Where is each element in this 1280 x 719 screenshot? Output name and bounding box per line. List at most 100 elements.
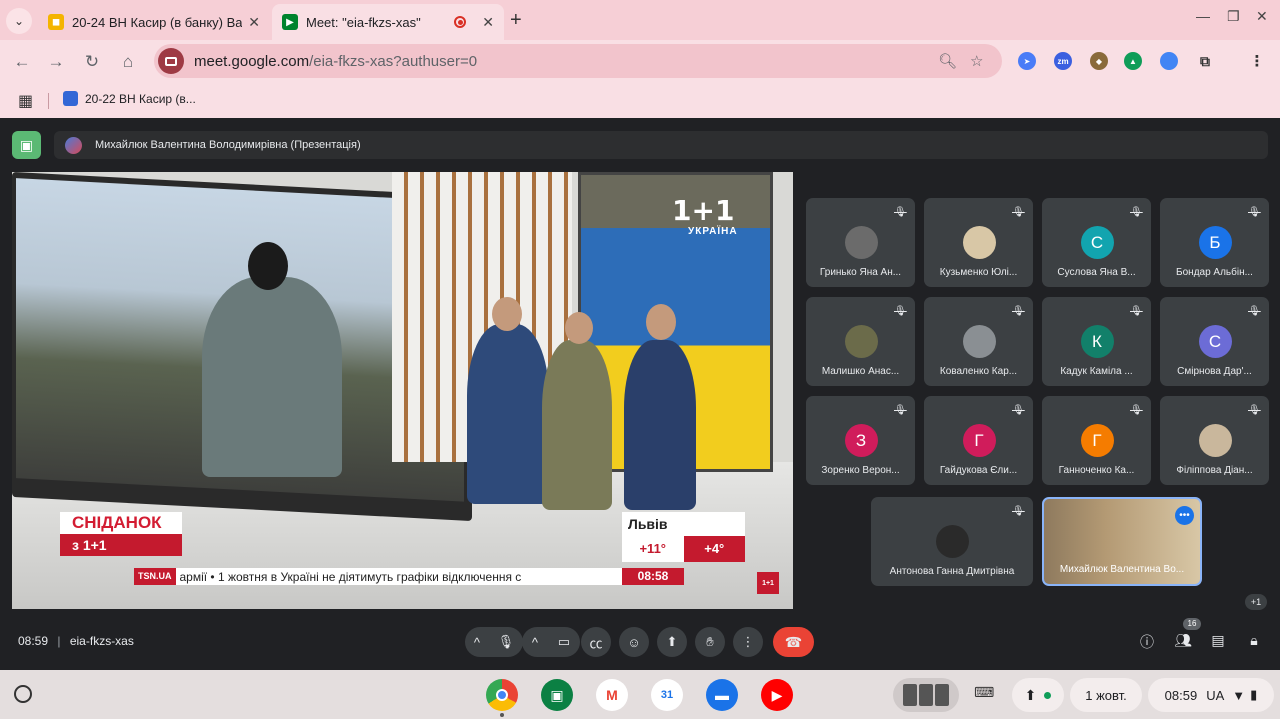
mic-muted-icon: 🎙︎ [1248, 306, 1261, 317]
participant-name: Філіппова Діан... [1176, 465, 1253, 476]
youtube-icon[interactable]: ▶ [761, 679, 793, 711]
bookmark-label: 20-22 ВН Касир (в... [85, 91, 196, 106]
system-tray[interactable]: 08:59 UA ▼ ▮ [1148, 678, 1274, 712]
emoji-icon[interactable]: ☺ [619, 627, 649, 657]
mic-muted-icon: 🎙︎ [1130, 306, 1143, 317]
more-options-icon[interactable]: ••• [1175, 506, 1194, 525]
zoom-icon[interactable]: 🔍︎ [938, 52, 957, 70]
more-participants-badge[interactable]: +1 [1245, 594, 1267, 610]
reload-icon[interactable]: ↻ [80, 50, 104, 74]
weather-box: Львів +11° +4° [622, 512, 745, 562]
present-screen-icon[interactable]: ⬆ [657, 627, 687, 657]
host-figure [467, 324, 549, 504]
classroom-app-icon[interactable]: ▣ [541, 679, 573, 711]
bookmark-item[interactable]: 20-22 ВН Касир (в... [63, 91, 196, 106]
google-drive-icon[interactable]: ▲ [1124, 52, 1142, 70]
close-icon[interactable]: ✕ [482, 14, 494, 31]
back-icon[interactable]: ← [10, 50, 34, 74]
participant-tile[interactable]: 🎙︎ К Кадук Каміла ... [1042, 297, 1151, 386]
participant-tile[interactable]: 🎙︎ Малишко Анас... [806, 297, 915, 386]
leave-call-button[interactable]: ☎ [773, 627, 814, 657]
chrome-icon[interactable] [486, 679, 518, 711]
apps-grid-icon[interactable]: ▦ [18, 91, 33, 111]
host2-head [646, 304, 676, 340]
participant-name: Суслова Яна В... [1057, 267, 1136, 278]
presenter-banner: Михайлюк Валентина Володимирівна (Презен… [54, 131, 1268, 159]
mic-muted-icon: 🎙︎ [894, 405, 907, 416]
restore-icon[interactable]: ❐ [1227, 8, 1240, 25]
avatar [844, 325, 878, 358]
url-host: meet.google.com [194, 52, 310, 70]
new-tab-button[interactable]: + [510, 9, 522, 32]
extension-circle-icon[interactable] [1160, 52, 1178, 70]
raise-hand-icon[interactable]: ✋︎ [695, 627, 725, 657]
gmail-icon[interactable]: M [596, 679, 628, 711]
host-controls-icon[interactable]: 🔒︎ [1244, 632, 1264, 652]
camera-control[interactable]: ^ ▭ [522, 627, 580, 657]
avatar: С [1080, 226, 1114, 259]
host2-figure [624, 340, 696, 510]
chevron-up-icon[interactable]: ^ [532, 635, 538, 650]
guest-figure [542, 340, 612, 510]
classroom-icon [63, 91, 78, 106]
participant-tile[interactable]: 🎙︎ Г Ганноченко Ка... [1042, 396, 1151, 485]
minimize-icon[interactable]: — [1196, 8, 1210, 24]
presenter-name: Михайлюк Валентина Володимирівна (Презен… [95, 139, 361, 151]
participant-tile[interactable]: 🎙︎ З Зоренко Верон... [806, 396, 915, 485]
extension-send-icon[interactable]: ➤ [1018, 52, 1036, 70]
tote-screenshots[interactable] [893, 678, 959, 712]
bookmark-star-icon[interactable]: ☆ [970, 52, 983, 70]
participant-tile[interactable]: 🎙︎ Кузьменко Юлі... [924, 198, 1033, 287]
launcher-icon[interactable] [14, 685, 32, 703]
captions-icon[interactable]: ㏄ [581, 627, 611, 657]
chat-icon[interactable]: ▤ [1208, 632, 1228, 652]
classroom-icon: ◼ [48, 14, 64, 30]
tab-title: Meet: "eia-fkzs-xas" [306, 14, 421, 30]
participant-tile[interactable]: 🎙︎ Б Бондар Альбін... [1160, 198, 1269, 287]
home-icon[interactable]: ⌂ [116, 50, 140, 74]
zoom-extension-icon[interactable]: zm [1054, 52, 1072, 70]
participant-name: Коваленко Кар... [939, 366, 1018, 377]
files-icon[interactable]: ▬ [706, 679, 738, 711]
keyboard-icon[interactable]: ⌨ [974, 684, 994, 701]
calendar-icon[interactable]: 31 [651, 679, 683, 711]
meeting-details-icon[interactable]: ⓘ [1137, 632, 1157, 652]
menu-kebab-icon[interactable]: ⋮ [1248, 52, 1266, 70]
tab-cashier[interactable]: ◼ 20-24 ВН Касир (в банку) Вал ✕ [38, 4, 270, 40]
presenter-head [248, 242, 288, 290]
participant-tile[interactable]: 🎙︎ Філіппова Діан... [1160, 396, 1269, 485]
url-text[interactable]: meet.google.com/eia-fkzs-xas?authuser=0 [194, 53, 477, 70]
participant-tile[interactable]: 🎙︎ Антонова Ганна Дмитрівна [871, 497, 1033, 586]
camera-icon[interactable]: ▭ [558, 634, 570, 650]
address-bar[interactable]: meet.google.com/eia-fkzs-xas?authuser=0 … [154, 44, 1002, 78]
participant-tile[interactable]: 🎙︎ Гринько Яна Ан... [806, 198, 915, 287]
date-pill[interactable]: 1 жовт. [1070, 678, 1142, 712]
close-window-icon[interactable]: ✕ [1256, 8, 1268, 25]
microphone-icon[interactable]: 🎙︎ [498, 634, 515, 650]
people-icon[interactable]: 👥︎ [1173, 632, 1193, 652]
url-path: /eia-fkzs-xas?authuser=0 [309, 52, 478, 70]
participant-tile[interactable]: 🎙︎ Г Гайдукова Єли... [924, 396, 1033, 485]
running-indicator [500, 713, 504, 717]
avatar: З [844, 424, 878, 457]
participant-tile[interactable]: 🎙︎ Коваленко Кар... [924, 297, 1033, 386]
presentation-icon[interactable]: ▣ [12, 131, 41, 159]
site-info-icon[interactable] [158, 48, 184, 74]
status-pill[interactable]: ⬆ [1012, 678, 1064, 712]
avatar [1198, 424, 1232, 457]
more-options-icon[interactable]: ⋮ [733, 627, 763, 657]
tab-search-button[interactable]: ⌄ [6, 8, 32, 34]
extension-owl-icon[interactable]: ◆ [1090, 52, 1108, 70]
tab-meet[interactable]: ▶ Meet: "eia-fkzs-xas" ✕ [272, 4, 504, 40]
forward-icon[interactable]: → [44, 50, 68, 74]
extensions-puzzle-icon[interactable]: ⧉ [1196, 52, 1214, 70]
close-icon[interactable]: ✕ [248, 14, 260, 31]
self-tile[interactable]: ••• Михайлюк Валентина Во... [1042, 497, 1202, 586]
chevron-up-icon[interactable]: ^ [474, 635, 480, 650]
participant-tile[interactable]: 🎙︎ С Суслова Яна В... [1042, 198, 1151, 287]
status-dot-icon [1044, 691, 1052, 699]
microphone-control[interactable]: ^ 🎙︎ [465, 627, 523, 657]
participant-tile[interactable]: 🎙︎ С Смірнова Дар'... [1160, 297, 1269, 386]
mic-muted-icon: 🎙︎ [1130, 207, 1143, 218]
participant-name: Гринько Яна Ан... [819, 267, 902, 278]
